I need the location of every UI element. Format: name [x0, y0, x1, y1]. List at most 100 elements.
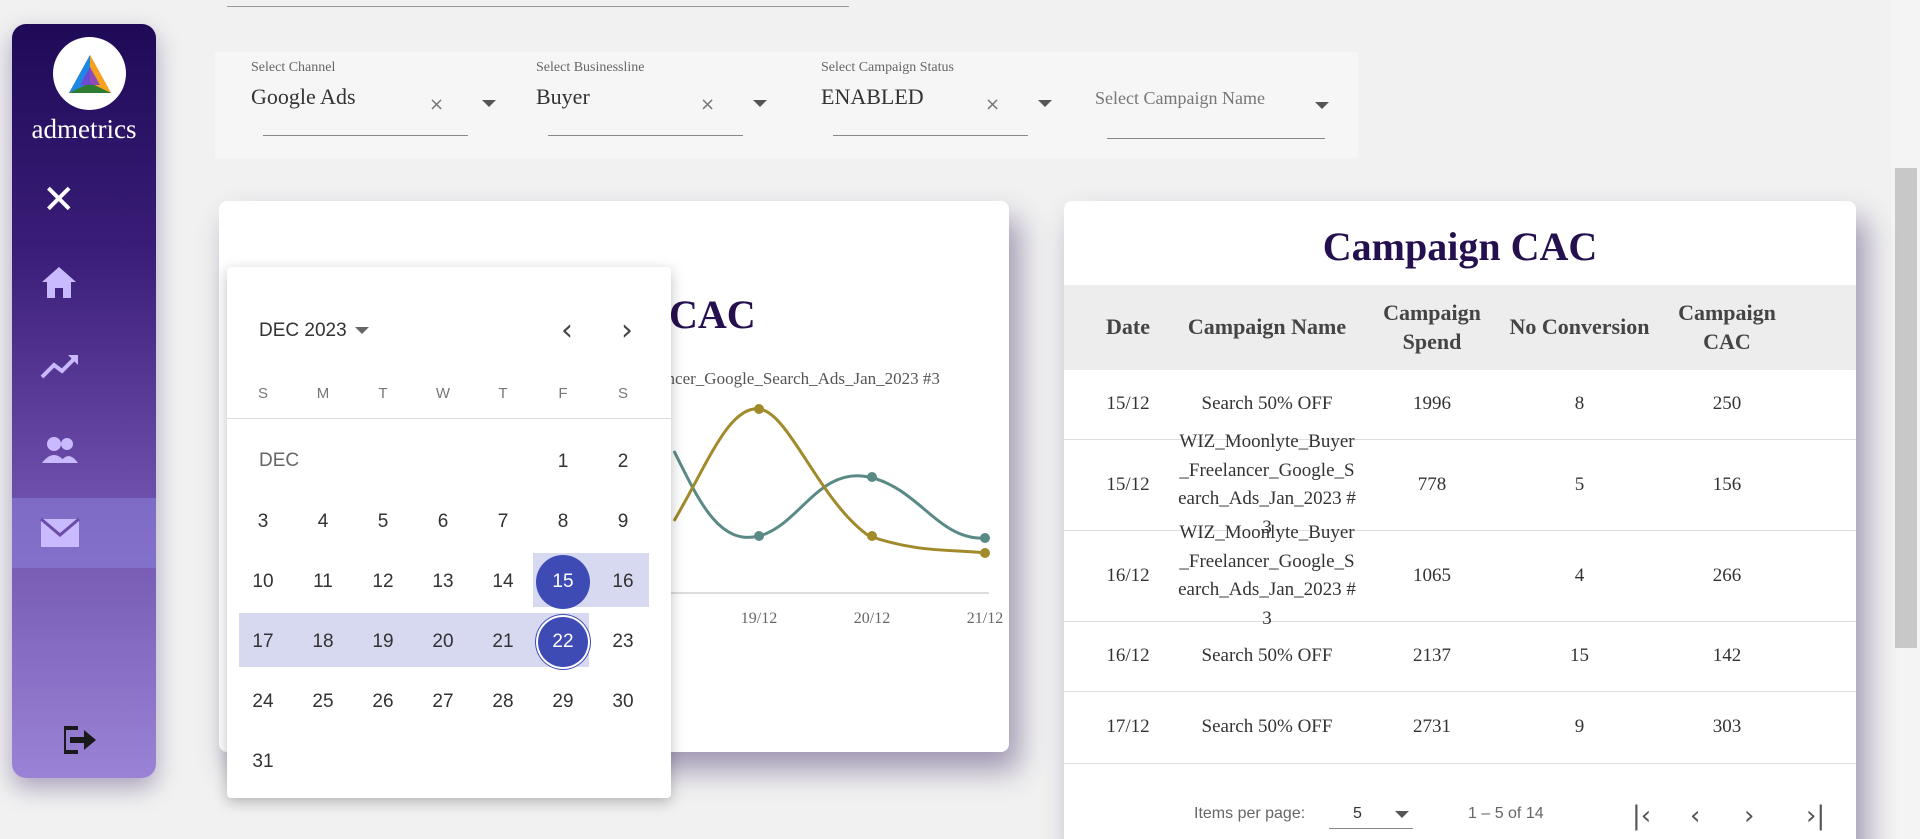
chevron-down-icon: [1395, 811, 1409, 818]
weekday-label: W: [435, 385, 451, 402]
cell-spend: 1065: [1413, 564, 1451, 586]
calendar-day[interactable]: 15: [536, 555, 590, 609]
status-label: Select Campaign Status: [821, 60, 954, 75]
trending-up-icon[interactable]: [12, 336, 156, 396]
close-icon[interactable]: ✕: [42, 180, 76, 220]
calendar-day[interactable]: 24: [236, 675, 290, 729]
prev-page-icon[interactable]: ‹: [1690, 803, 1700, 829]
calendar-day[interactable]: 7: [476, 495, 530, 549]
items-per-page-label: Items per page:: [1194, 805, 1306, 822]
calendar-day[interactable]: 14: [476, 555, 530, 609]
calendar-day[interactable]: 9: [596, 495, 650, 549]
calendar-day[interactable]: 26: [356, 675, 410, 729]
channel-underline: [263, 135, 468, 136]
first-page-icon[interactable]: |‹: [1632, 803, 1651, 829]
weekday-label: F: [558, 385, 568, 402]
page-size-value: 5: [1353, 805, 1362, 822]
weekday-label: S: [617, 385, 628, 402]
x-tick-label: 21/12: [967, 610, 1003, 627]
chevron-down-icon[interactable]: [1315, 102, 1329, 109]
cell-conv: 9: [1574, 716, 1585, 738]
weekday-label: S: [257, 385, 268, 402]
calendar-divider: [227, 418, 671, 419]
calendar-day[interactable]: 29: [536, 675, 590, 729]
chevron-down-icon[interactable]: [1038, 100, 1052, 107]
page-size-select[interactable]: 5: [1329, 799, 1413, 829]
clear-icon[interactable]: ×: [985, 94, 1000, 115]
clear-icon[interactable]: ×: [429, 94, 444, 115]
channel-select[interactable]: Select Channel Google Ads ×: [251, 60, 496, 136]
calendar-day[interactable]: 31: [236, 735, 290, 789]
cell-name: WIZ_Moonlyte_Buyer_Freelancer_Google_Sea…: [1178, 431, 1356, 538]
home-icon[interactable]: [12, 252, 156, 312]
businessline-label: Select Businessline: [536, 60, 645, 75]
cell-name: WIZ_Moonlyte_Buyer_Freelancer_Google_Sea…: [1178, 522, 1356, 629]
cell-cac: 250: [1712, 393, 1742, 415]
brand-logo: [53, 37, 126, 110]
clear-icon[interactable]: ×: [700, 94, 715, 115]
chevron-down-icon[interactable]: [482, 100, 496, 107]
status-value: ENABLED: [821, 84, 924, 109]
calendar-day[interactable]: 22: [536, 615, 590, 669]
calendar-day[interactable]: 2: [596, 435, 650, 489]
calendar-day[interactable]: 19: [356, 615, 410, 669]
calendar-day[interactable]: 1: [536, 435, 590, 489]
month-year-selector[interactable]: DEC 2023: [259, 320, 369, 342]
businessline-underline: [548, 135, 743, 136]
table-row: 15/12 WIZ_Moonlyte_Buyer_Freelancer_Googl…: [1064, 431, 1856, 538]
calendar-day[interactable]: 21: [476, 615, 530, 669]
calendar-day[interactable]: 8: [536, 495, 590, 549]
calendar-day[interactable]: 13: [416, 555, 470, 609]
calendar-day[interactable]: 11: [296, 555, 350, 609]
calendar-day[interactable]: 10: [236, 555, 290, 609]
calendar-day[interactable]: 16: [596, 555, 650, 609]
data-point: [980, 533, 990, 543]
next-month-icon[interactable]: ›: [621, 316, 633, 346]
calendar-day[interactable]: 5: [356, 495, 410, 549]
header-campaign-name[interactable]: Campaign Name: [1172, 285, 1362, 370]
prev-month-icon[interactable]: ‹: [561, 316, 573, 346]
data-point: [867, 531, 877, 541]
campaign-name-underline: [1107, 138, 1325, 139]
calendar-day[interactable]: 12: [356, 555, 410, 609]
campaign-name-placeholder: Select Campaign Name: [1095, 88, 1265, 108]
calendar-day[interactable]: 30: [596, 675, 650, 729]
calendar-day[interactable]: 25: [296, 675, 350, 729]
table-row: 17/12 Search 50% OFF 2731 9 303: [1064, 692, 1856, 764]
data-point: [867, 472, 877, 482]
mail-icon[interactable]: [12, 498, 156, 568]
cell-cac: 156: [1712, 473, 1742, 495]
weekday-label: T: [498, 385, 508, 402]
cell-cac: 266: [1712, 564, 1742, 586]
header-campaign-spend[interactable]: Campaign Spend: [1362, 285, 1502, 370]
calendar-day[interactable]: 17: [236, 615, 290, 669]
chevron-down-icon[interactable]: [753, 100, 767, 107]
calendar-day[interactable]: 4: [296, 495, 350, 549]
calendar-day[interactable]: 27: [416, 675, 470, 729]
next-page-icon[interactable]: ›: [1744, 803, 1754, 829]
last-page-icon[interactable]: ›|: [1806, 803, 1825, 829]
people-icon[interactable]: [12, 420, 156, 480]
month-year-label: DEC 2023: [259, 320, 347, 341]
page-range: 1 – 5 of 14: [1468, 805, 1544, 822]
cell-conv: 15: [1570, 645, 1589, 667]
cell-date: 16/12: [1106, 564, 1150, 586]
logout-icon[interactable]: [12, 710, 156, 770]
calendar-day[interactable]: 23: [596, 615, 650, 669]
header-no-conversion[interactable]: No Conversion: [1502, 285, 1657, 370]
calendar-day[interactable]: 3: [236, 495, 290, 549]
businessline-select[interactable]: Select Businessline Buyer ×: [536, 60, 767, 136]
weekday-label: T: [378, 385, 388, 402]
status-underline: [833, 135, 1028, 136]
header-campaign-cac[interactable]: Campaign CAC: [1657, 285, 1797, 370]
calendar-day[interactable]: 6: [416, 495, 470, 549]
page-scrollbar-thumb[interactable]: [1895, 168, 1917, 648]
cell-conv: 8: [1574, 393, 1585, 415]
cell-spend: 778: [1417, 473, 1447, 495]
calendar-day[interactable]: 28: [476, 675, 530, 729]
status-select[interactable]: Select Campaign Status ENABLED ×: [821, 60, 1052, 136]
calendar-day[interactable]: 20: [416, 615, 470, 669]
calendar-day[interactable]: 18: [296, 615, 350, 669]
campaign-name-select[interactable]: Select Campaign Name: [1095, 60, 1335, 139]
header-date[interactable]: Date: [1084, 285, 1172, 370]
